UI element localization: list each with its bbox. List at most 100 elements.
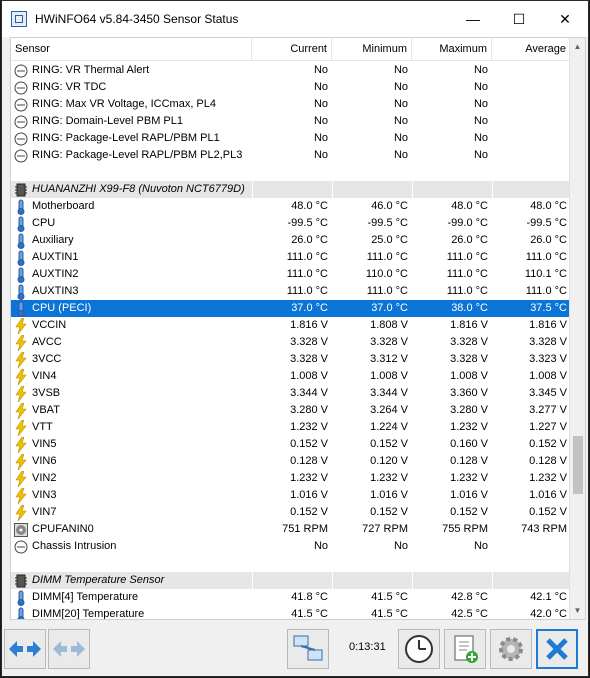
sensor-row[interactable]: VIN3 1.016 V 1.016 V 1.016 V 1.016 V	[11, 487, 571, 504]
title-bar[interactable]: HWiNFO64 v5.84-3450 Sensor Status — ☐ ✕	[2, 1, 588, 37]
sensor-row[interactable]: VTT 1.232 V 1.224 V 1.232 V 1.227 V	[11, 419, 571, 436]
sensor-row[interactable]: VIN2 1.232 V 1.232 V 1.232 V 1.232 V	[11, 470, 571, 487]
maximum-value: 1.016 V	[450, 489, 488, 501]
elapsed-timer: 0:13:31	[349, 641, 386, 653]
sensor-row[interactable]: Chassis Intrusion No No No	[11, 538, 571, 555]
maximum-value	[412, 572, 492, 589]
maximum-value: No	[473, 64, 488, 76]
sensor-row[interactable]: RING: Domain-Level PBM PL1 No No No	[11, 113, 571, 130]
current-value: 37.0 °C	[291, 302, 328, 314]
sensor-row[interactable]: CPUFANIN0 751 RPM 727 RPM 755 RPM 743 RPM	[11, 521, 571, 538]
window-title: HWiNFO64 v5.84-3450 Sensor Status	[35, 12, 239, 26]
double-arrow-disabled-icon	[53, 641, 85, 657]
minimum-value: 41.5 °C	[371, 608, 408, 620]
maximum-value: 3.280 V	[450, 404, 488, 416]
close-sensors-button[interactable]	[536, 629, 578, 669]
sensor-row[interactable]: AVCC 3.328 V 3.328 V 3.328 V 3.328 V	[11, 334, 571, 351]
current-value: No	[313, 540, 328, 552]
average-value: -99.5 °C	[526, 217, 567, 229]
maximum-value: 0.128 V	[450, 455, 488, 467]
sensor-row[interactable]: RING: VR TDC No No No	[11, 79, 571, 96]
sensor-row[interactable]: VCCIN 1.816 V 1.808 V 1.816 V 1.816 V	[11, 317, 571, 334]
reset-timer-button[interactable]	[398, 629, 440, 669]
sensor-label: AUXTIN3	[32, 285, 79, 297]
current-value: 3.328 V	[290, 336, 328, 348]
current-value: 111.0 °C	[286, 251, 328, 263]
sensor-label: DIMM[4] Temperature	[32, 591, 139, 603]
network-button[interactable]	[287, 629, 329, 669]
average-value: 0.152 V	[529, 506, 567, 518]
lightning-icon	[13, 453, 29, 470]
current-value: 3.280 V	[290, 404, 328, 416]
sensor-label: AUXTIN1	[32, 251, 79, 263]
maximum-value: -99.0 °C	[447, 217, 488, 229]
sensor-label: RING: VR TDC	[32, 81, 107, 93]
sensor-row[interactable]: AUXTIN3 111.0 °C 111.0 °C 111.0 °C 111.0 °C	[11, 283, 571, 300]
column-header-minimum[interactable]: Minimum	[332, 38, 412, 61]
maximum-value: 1.232 V	[450, 472, 488, 484]
current-value: 3.328 V	[290, 353, 328, 365]
sensor-row[interactable]: AUXTIN1 111.0 °C 111.0 °C 111.0 °C 111.0 °C	[11, 249, 571, 266]
maximize-button[interactable]: ☐	[496, 1, 542, 37]
sensor-label: HUANANZHI X99-F8 (Nuvoton NCT6779D)	[32, 183, 245, 195]
logging-button[interactable]	[444, 629, 486, 669]
sensor-row[interactable]: VIN6 0.128 V 0.120 V 0.128 V 0.128 V	[11, 453, 571, 470]
sensor-row[interactable]: VBAT 3.280 V 3.264 V 3.280 V 3.277 V	[11, 402, 571, 419]
sensor-row[interactable]: DIMM[20] Temperature 41.5 °C 41.5 °C 42.5 °…	[11, 606, 571, 620]
column-header-sensor[interactable]: Sensor	[11, 38, 252, 61]
maximum-value: No	[473, 540, 488, 552]
sensor-row[interactable]: DIMM[4] Temperature 41.8 °C 41.5 °C 42.8 °C…	[11, 589, 571, 606]
average-value: 0.128 V	[529, 455, 567, 467]
sensor-row[interactable]: RING: Max VR Voltage, ICCmax, PL4 No No No	[11, 96, 571, 113]
sensor-row[interactable]: RING: Package-Level RAPL/PBM PL1 No No No	[11, 130, 571, 147]
average-value: 111.0 °C	[525, 285, 567, 297]
current-value: 3.344 V	[290, 387, 328, 399]
sensor-row[interactable]: RING: VR Thermal Alert No No No	[11, 62, 571, 79]
average-value: 1.008 V	[529, 370, 567, 382]
scroll-up-arrow-icon[interactable]: ▲	[570, 38, 585, 55]
sensor-row[interactable]: Motherboard 48.0 °C 46.0 °C 48.0 °C 48.0 °C	[11, 198, 571, 215]
average-value	[492, 96, 571, 113]
sensor-row[interactable]: Auxiliary 26.0 °C 25.0 °C 26.0 °C 26.0 °C	[11, 232, 571, 249]
sensor-row[interactable]: VIN7 0.152 V 0.152 V 0.152 V 0.152 V	[11, 504, 571, 521]
double-arrow-icon	[9, 641, 41, 657]
maximum-value: No	[473, 98, 488, 110]
sensor-row[interactable]: CPU (PECI) 37.0 °C 37.0 °C 38.0 °C 37.5 °C	[11, 300, 571, 317]
lightning-icon	[13, 334, 29, 351]
navigate-left-right-button[interactable]	[4, 629, 46, 669]
sensor-row[interactable]: CPU -99.5 °C -99.5 °C -99.0 °C -99.5 °C	[11, 215, 571, 232]
minimum-value: 3.312 V	[370, 353, 408, 365]
close-window-button[interactable]: ✕	[542, 1, 588, 37]
sensor-row[interactable]: RING: Package-Level RAPL/PBM PL2,PL3 No No…	[11, 147, 571, 164]
current-value: 0.152 V	[290, 506, 328, 518]
minimum-value: No	[393, 64, 408, 76]
sensor-table[interactable]: Sensor Current Minimum Maximum Average R…	[10, 37, 586, 620]
average-value: 42.1 °C	[530, 591, 567, 603]
sensor-row[interactable]: AUXTIN2 111.0 °C 110.0 °C 111.0 °C 110.1 °C	[11, 266, 571, 283]
maximum-value: 111.0 °C	[446, 268, 488, 280]
settings-button[interactable]	[490, 629, 532, 669]
current-value: 1.232 V	[290, 472, 328, 484]
clock-sensor-icon	[13, 148, 29, 164]
minimum-value: No	[393, 98, 408, 110]
sensor-label: VBAT	[32, 404, 60, 416]
average-value	[492, 62, 571, 79]
sensor-row[interactable]: 3VCC 3.328 V 3.312 V 3.328 V 3.323 V	[11, 351, 571, 368]
maximum-value: No	[473, 132, 488, 144]
average-value: 48.0 °C	[530, 200, 567, 212]
sensor-row[interactable]: 3VSB 3.344 V 3.344 V 3.360 V 3.345 V	[11, 385, 571, 402]
network-computers-icon	[293, 635, 323, 661]
scroll-down-arrow-icon[interactable]: ▼	[570, 602, 585, 619]
minimize-button[interactable]: —	[450, 1, 496, 37]
vertical-scrollbar[interactable]: ▲ ▼	[569, 38, 585, 619]
sensor-label: 3VCC	[32, 353, 62, 365]
sensor-row[interactable]: VIN4 1.008 V 1.008 V 1.008 V 1.008 V	[11, 368, 571, 385]
navigate-disabled-button[interactable]	[48, 629, 90, 669]
column-header-current[interactable]: Current	[252, 38, 332, 61]
sensor-group-row[interactable]: DIMM Temperature Sensor	[11, 572, 571, 589]
column-header-maximum[interactable]: Maximum	[412, 38, 492, 61]
column-header-average[interactable]: Average	[492, 38, 571, 61]
sensor-group-row[interactable]: HUANANZHI X99-F8 (Nuvoton NCT6779D)	[11, 181, 571, 198]
sensor-row[interactable]: VIN5 0.152 V 0.152 V 0.160 V 0.152 V	[11, 436, 571, 453]
scrollbar-thumb[interactable]	[573, 436, 583, 494]
